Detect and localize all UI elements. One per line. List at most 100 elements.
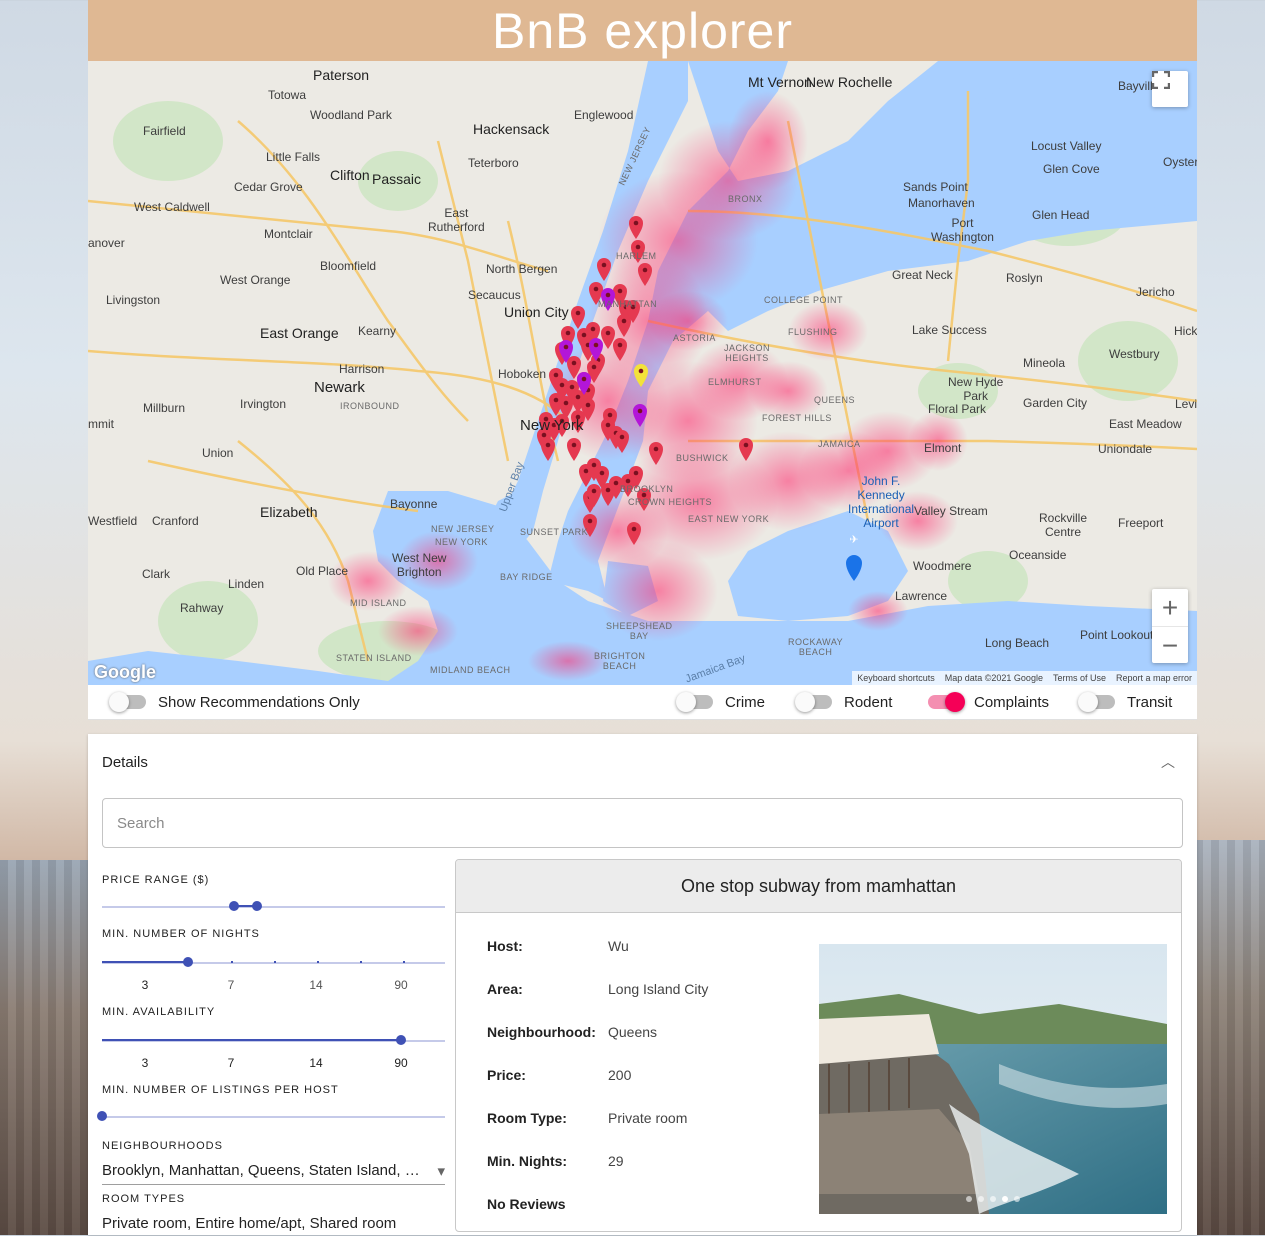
fullscreen-icon xyxy=(1152,71,1170,89)
min-listings-slider[interactable] xyxy=(97,1108,445,1126)
map-label-passaic: Passaic xyxy=(372,171,422,187)
zoom-out-button[interactable]: − xyxy=(1152,626,1188,664)
dropdown-arrow-icon: ▾ xyxy=(437,1163,445,1180)
toggle-rodent[interactable]: Rodent xyxy=(795,685,892,719)
min-nights-label: Min. number of nights xyxy=(102,928,260,940)
map-label-east-new-york: EAST NEW YORK xyxy=(688,514,770,524)
mark-label: 7 xyxy=(227,978,235,992)
toggle-recommendations[interactable]: Show Recommendations Only xyxy=(109,685,360,719)
map-label-new-york-state: NEW YORK xyxy=(435,537,488,547)
rodent-switch[interactable] xyxy=(795,692,832,712)
map-label-floral-park: Floral Park xyxy=(928,402,987,416)
min-nights-thumb[interactable] xyxy=(183,957,193,967)
map-label-mid-island: MID ISLAND xyxy=(350,598,407,608)
map-label-oyster-bay: Oyster Ba xyxy=(1163,155,1197,169)
map-label-millburn: Millburn xyxy=(143,401,186,415)
price-range-slider[interactable] xyxy=(102,898,445,916)
map-label-harlem: HARLEM xyxy=(616,251,657,261)
chevron-up-icon[interactable]: ︿ xyxy=(1161,752,1175,772)
listing-row-price: Price: 200 xyxy=(487,1067,708,1110)
listing-title: One stop subway from mamhattan xyxy=(456,860,1181,913)
min-listings-thumb[interactable] xyxy=(97,1111,107,1121)
map-label-new-hyde-park: New Hyde Park xyxy=(948,375,1004,403)
room-types-value: Private room, Entire home/apt, Shared ro… xyxy=(102,1215,397,1232)
details-header[interactable]: Details ︿ xyxy=(88,734,1197,790)
recommendations-label: Show Recommendations Only xyxy=(158,693,360,711)
map-label-freeport: Freeport xyxy=(1118,516,1164,530)
toggle-complaints[interactable]: Complaints xyxy=(928,685,1049,719)
map-label-roslyn: Roslyn xyxy=(1006,271,1043,285)
map-label-woodland-park: Woodland Park xyxy=(310,108,392,122)
listing-info: Host: Wu Area: Long Island City Neighbou… xyxy=(487,938,708,1231)
toggle-crime[interactable]: Crime xyxy=(676,685,765,719)
min-nights-slider[interactable] xyxy=(102,954,445,972)
search-box[interactable] xyxy=(102,798,1183,848)
map-label-clifton: Clifton xyxy=(330,167,370,183)
price-max-thumb[interactable] xyxy=(252,901,262,911)
mark-label: 90 xyxy=(394,978,408,992)
map-label-glen-cove: Glen Cove xyxy=(1043,162,1100,176)
map-label-new-rochelle: New Rochelle xyxy=(806,74,893,90)
min-availability-thumb[interactable] xyxy=(396,1035,406,1045)
complaints-switch[interactable] xyxy=(928,692,965,712)
terms-link[interactable]: Terms of Use xyxy=(1048,673,1111,683)
map-label-cedar-grove: Cedar Grove xyxy=(234,180,303,194)
map-label-garden-city: Garden City xyxy=(1023,396,1088,410)
carousel-dot[interactable] xyxy=(990,1196,996,1202)
carousel-dot[interactable] xyxy=(966,1196,972,1202)
map[interactable]: ✈ Paterson Totowa Woodland Park Hackensa… xyxy=(88,61,1197,685)
map-label-flushing: FLUSHING xyxy=(788,327,838,337)
keyboard-shortcuts-link[interactable]: Keyboard shortcuts xyxy=(852,673,940,683)
host-value: Wu xyxy=(608,938,629,954)
map-label-bronx: BRONX xyxy=(728,194,763,204)
recommendations-switch[interactable] xyxy=(109,692,146,712)
report-error-link[interactable]: Report a map error xyxy=(1111,673,1197,683)
carousel-dot[interactable] xyxy=(978,1196,984,1202)
map-label-westbury: Westbury xyxy=(1109,347,1160,361)
fullscreen-button[interactable] xyxy=(1152,71,1188,107)
room-type-key: Room Type: xyxy=(487,1110,567,1126)
carousel-dot[interactable] xyxy=(1014,1196,1020,1202)
map-label-woodmere: Woodmere xyxy=(913,559,972,573)
host-key: Host: xyxy=(487,938,523,954)
map-label-point-lookout: Point Lookout xyxy=(1080,628,1154,642)
listing-row-area: Area: Long Island City xyxy=(487,981,708,1024)
min-nights-key: Min. Nights: xyxy=(487,1153,568,1169)
neighbourhoods-value: Brooklyn, Manhattan, Queens, Staten Isla… xyxy=(102,1162,422,1179)
transit-switch[interactable] xyxy=(1078,692,1115,712)
zoom-in-button[interactable]: + xyxy=(1152,589,1188,626)
toggle-transit[interactable]: Transit xyxy=(1078,685,1172,719)
listing-row-room-type: Room Type: Private room xyxy=(487,1110,708,1153)
map-label-clark: Clark xyxy=(142,567,171,581)
listing-photo[interactable] xyxy=(819,944,1167,1214)
zoom-controls: + − xyxy=(1152,589,1188,663)
map-canvas[interactable]: ✈ xyxy=(88,61,1197,685)
map-label-staten-island: STATEN ISLAND xyxy=(336,653,412,663)
mark-label: 7 xyxy=(227,1056,235,1070)
neighbourhoods-select[interactable]: Brooklyn, Manhattan, Queens, Staten Isla… xyxy=(102,1162,445,1185)
search-input[interactable] xyxy=(115,813,1170,833)
listing-card: One stop subway from mamhattan Host: Wu … xyxy=(455,859,1182,1232)
map-label-uniondale: Uniondale xyxy=(1098,442,1153,456)
google-logo[interactable]: Google xyxy=(94,662,156,683)
map-label-totowa: Totowa xyxy=(268,88,307,102)
map-label-secaucus: Secaucus xyxy=(468,288,521,302)
map-label-valley-stream: Valley Stream xyxy=(914,504,988,518)
room-types-label: Room types xyxy=(102,1193,186,1205)
map-label-rahway: Rahway xyxy=(180,601,224,615)
map-label-bay-ridge: BAY RIDGE xyxy=(500,572,553,582)
map-label-bushwick: BUSHWICK xyxy=(676,453,729,463)
price-min-thumb[interactable] xyxy=(229,901,239,911)
map-label-elmont: Elmont xyxy=(924,441,962,455)
price-range-label: Price range ($) xyxy=(102,874,210,886)
carousel-dot-active[interactable] xyxy=(1002,1196,1008,1202)
map-label-hoboken: Hoboken xyxy=(498,367,547,381)
map-label-union: Union xyxy=(202,446,234,460)
map-label-crown-heights: CROWN HEIGHTS xyxy=(628,497,712,507)
crime-switch[interactable] xyxy=(676,692,713,712)
min-availability-slider[interactable] xyxy=(102,1032,445,1050)
map-label-jfk: John F. Kennedy International Airport xyxy=(848,474,915,530)
map-label-locust-valley: Locust Valley xyxy=(1031,139,1102,153)
map-label-sands-point: Sands Point xyxy=(903,180,968,194)
room-types-select[interactable]: Private room, Entire home/apt, Shared ro… xyxy=(102,1215,445,1236)
